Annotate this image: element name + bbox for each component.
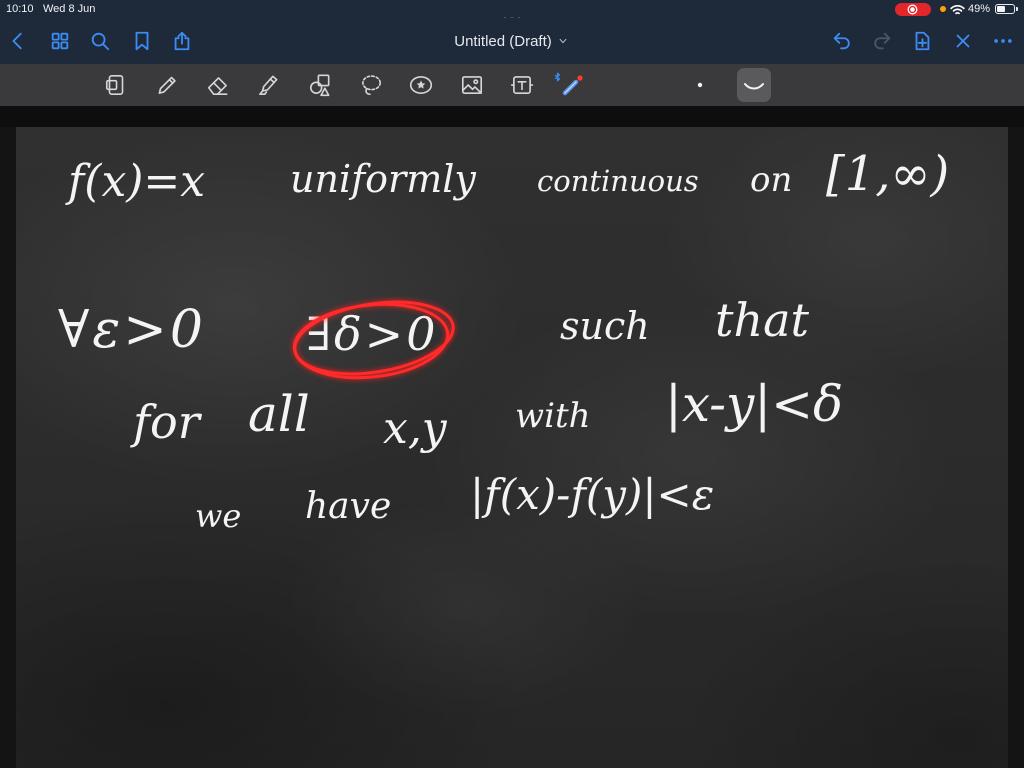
circled-ink-word: ∃δ>0 xyxy=(306,307,439,361)
microphone-indicator-icon xyxy=(940,6,946,12)
ink-word: uniformly xyxy=(290,157,476,201)
ink-word: for xyxy=(133,395,200,449)
image-icon[interactable] xyxy=(459,72,485,98)
shapes-icon[interactable] xyxy=(307,72,333,98)
document-title-button[interactable]: Untitled (Draft) xyxy=(411,18,611,64)
ink-word: we xyxy=(195,497,242,535)
battery-level xyxy=(997,6,1005,12)
battery-cap xyxy=(1016,7,1018,11)
wifi-icon xyxy=(950,3,965,15)
close-icon[interactable] xyxy=(952,30,974,52)
lasso-icon[interactable] xyxy=(358,72,384,98)
ink-word: continuous xyxy=(537,164,699,198)
ink-word: ∀ε>0 xyxy=(58,300,206,360)
nav-bar: Untitled (Draft) xyxy=(0,18,1024,64)
status-date: Wed 8 Jun xyxy=(43,3,96,15)
page-gap xyxy=(0,106,1024,127)
zoom-window-icon[interactable] xyxy=(103,72,129,98)
ink-word: |f(x)-f(y)|<ε xyxy=(470,470,715,519)
undo-icon[interactable] xyxy=(831,30,853,52)
back-icon[interactable] xyxy=(7,30,29,52)
ink-word: x,y xyxy=(383,403,447,454)
battery-percent: 49% xyxy=(968,3,991,15)
status-bar: 10:10 Wed 8 Jun 49% xyxy=(0,0,1024,22)
more-icon[interactable] xyxy=(992,30,1014,52)
bookmark-icon[interactable] xyxy=(131,30,153,52)
ink-word: all xyxy=(248,385,310,443)
ink-word: f(x)=x xyxy=(68,156,206,207)
pen-size-icon[interactable] xyxy=(690,75,710,95)
add-page-icon[interactable] xyxy=(911,30,933,52)
sticker-icon[interactable] xyxy=(408,72,434,98)
document-title: Untitled (Draft) xyxy=(454,32,552,50)
laser-pointer-icon[interactable] xyxy=(554,72,586,98)
search-icon[interactable] xyxy=(89,30,111,52)
eraser-icon[interactable] xyxy=(205,72,231,98)
toolbar xyxy=(0,64,1024,106)
share-icon[interactable] xyxy=(171,30,193,52)
battery-icon xyxy=(995,4,1015,14)
stroke-style-icon[interactable] xyxy=(737,68,771,102)
chalkboard-page-canvas[interactable]: f(x)=x uniformly continuous on [1,∞) ∀ε>… xyxy=(16,127,1008,768)
redo-icon[interactable] xyxy=(871,30,893,52)
multitasking-dots-icon[interactable] xyxy=(501,9,523,22)
screen-recording-icon[interactable] xyxy=(895,3,931,16)
status-time: 10:10 xyxy=(6,3,34,15)
ink-word: with xyxy=(515,396,591,436)
text-box-icon[interactable] xyxy=(509,72,535,98)
ink-word: [1,∞) xyxy=(826,146,950,202)
pen-icon[interactable] xyxy=(154,72,180,98)
ink-word: such xyxy=(560,304,650,348)
ink-word: on xyxy=(750,160,793,200)
ink-word: that xyxy=(715,293,810,347)
ink-word: have xyxy=(305,486,392,527)
chevron-down-icon xyxy=(559,38,567,44)
ink-word: |x-y|<δ xyxy=(665,375,844,433)
highlighter-icon[interactable] xyxy=(255,72,281,98)
thumbnails-grid-icon[interactable] xyxy=(49,30,71,52)
